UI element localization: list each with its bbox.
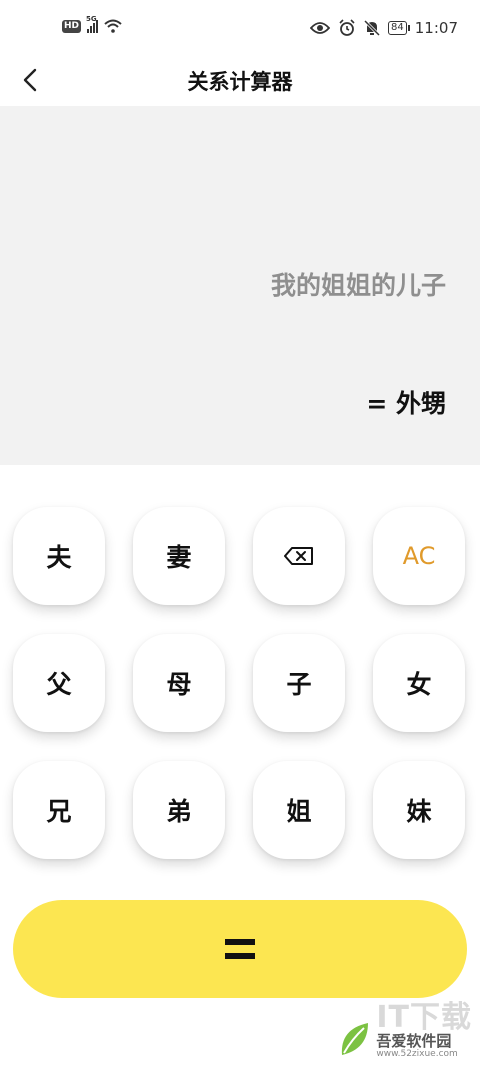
watermark-url: www.52zixue.com (376, 1049, 458, 1059)
signal-icon: 5G (86, 15, 99, 33)
watermark-name: 吾爱软件园 (376, 1032, 452, 1050)
watermark-text: IT下载 吾爱软件园 www.52zixue.com (376, 1000, 472, 1060)
equals-icon (225, 939, 255, 959)
younger-brother-key[interactable]: 弟 (133, 761, 225, 859)
status-left: HD 5G (62, 15, 122, 33)
expression-text: 我的姐姐的儿子 (270, 271, 446, 300)
status-right: 84 11:07 (310, 19, 458, 37)
backspace-icon (284, 547, 313, 565)
son-key[interactable]: 子 (253, 634, 345, 732)
app-header: 关系计算器 (0, 56, 480, 106)
page-title: 关系计算器 (187, 70, 293, 94)
wifi-icon (104, 19, 122, 33)
battery-icon: 84 (388, 21, 410, 35)
elder-sister-key[interactable]: 姐 (253, 761, 345, 859)
equals-button[interactable] (13, 900, 467, 998)
watermark-big: IT下载 (376, 1000, 472, 1035)
wife-key[interactable]: 妻 (133, 507, 225, 605)
leaf-logo-icon (342, 1023, 369, 1055)
network-type: 5G (86, 15, 97, 23)
younger-sister-key[interactable]: 妹 (373, 761, 465, 859)
elder-brother-key[interactable]: 兄 (13, 761, 105, 859)
watermark: IT下载 吾爱软件园 www.52zixue.com (338, 1003, 472, 1059)
mother-key[interactable]: 母 (133, 634, 225, 732)
status-bar: HD 5G 84 11:07 (0, 0, 480, 56)
status-time: 11:07 (414, 19, 458, 37)
result-text: = 外甥 (366, 389, 446, 418)
backspace-key[interactable] (253, 507, 345, 605)
husband-key[interactable]: 夫 (13, 507, 105, 605)
hd-badge: HD (62, 19, 82, 33)
daughter-key[interactable]: 女 (373, 634, 465, 732)
clear-key[interactable]: AC (373, 507, 465, 605)
bell-mute-icon (364, 19, 381, 37)
result-display: 我的姐姐的儿子 = 外甥 (0, 106, 480, 465)
father-key[interactable]: 父 (13, 634, 105, 732)
eye-icon (310, 22, 331, 34)
alarm-icon (339, 19, 355, 36)
